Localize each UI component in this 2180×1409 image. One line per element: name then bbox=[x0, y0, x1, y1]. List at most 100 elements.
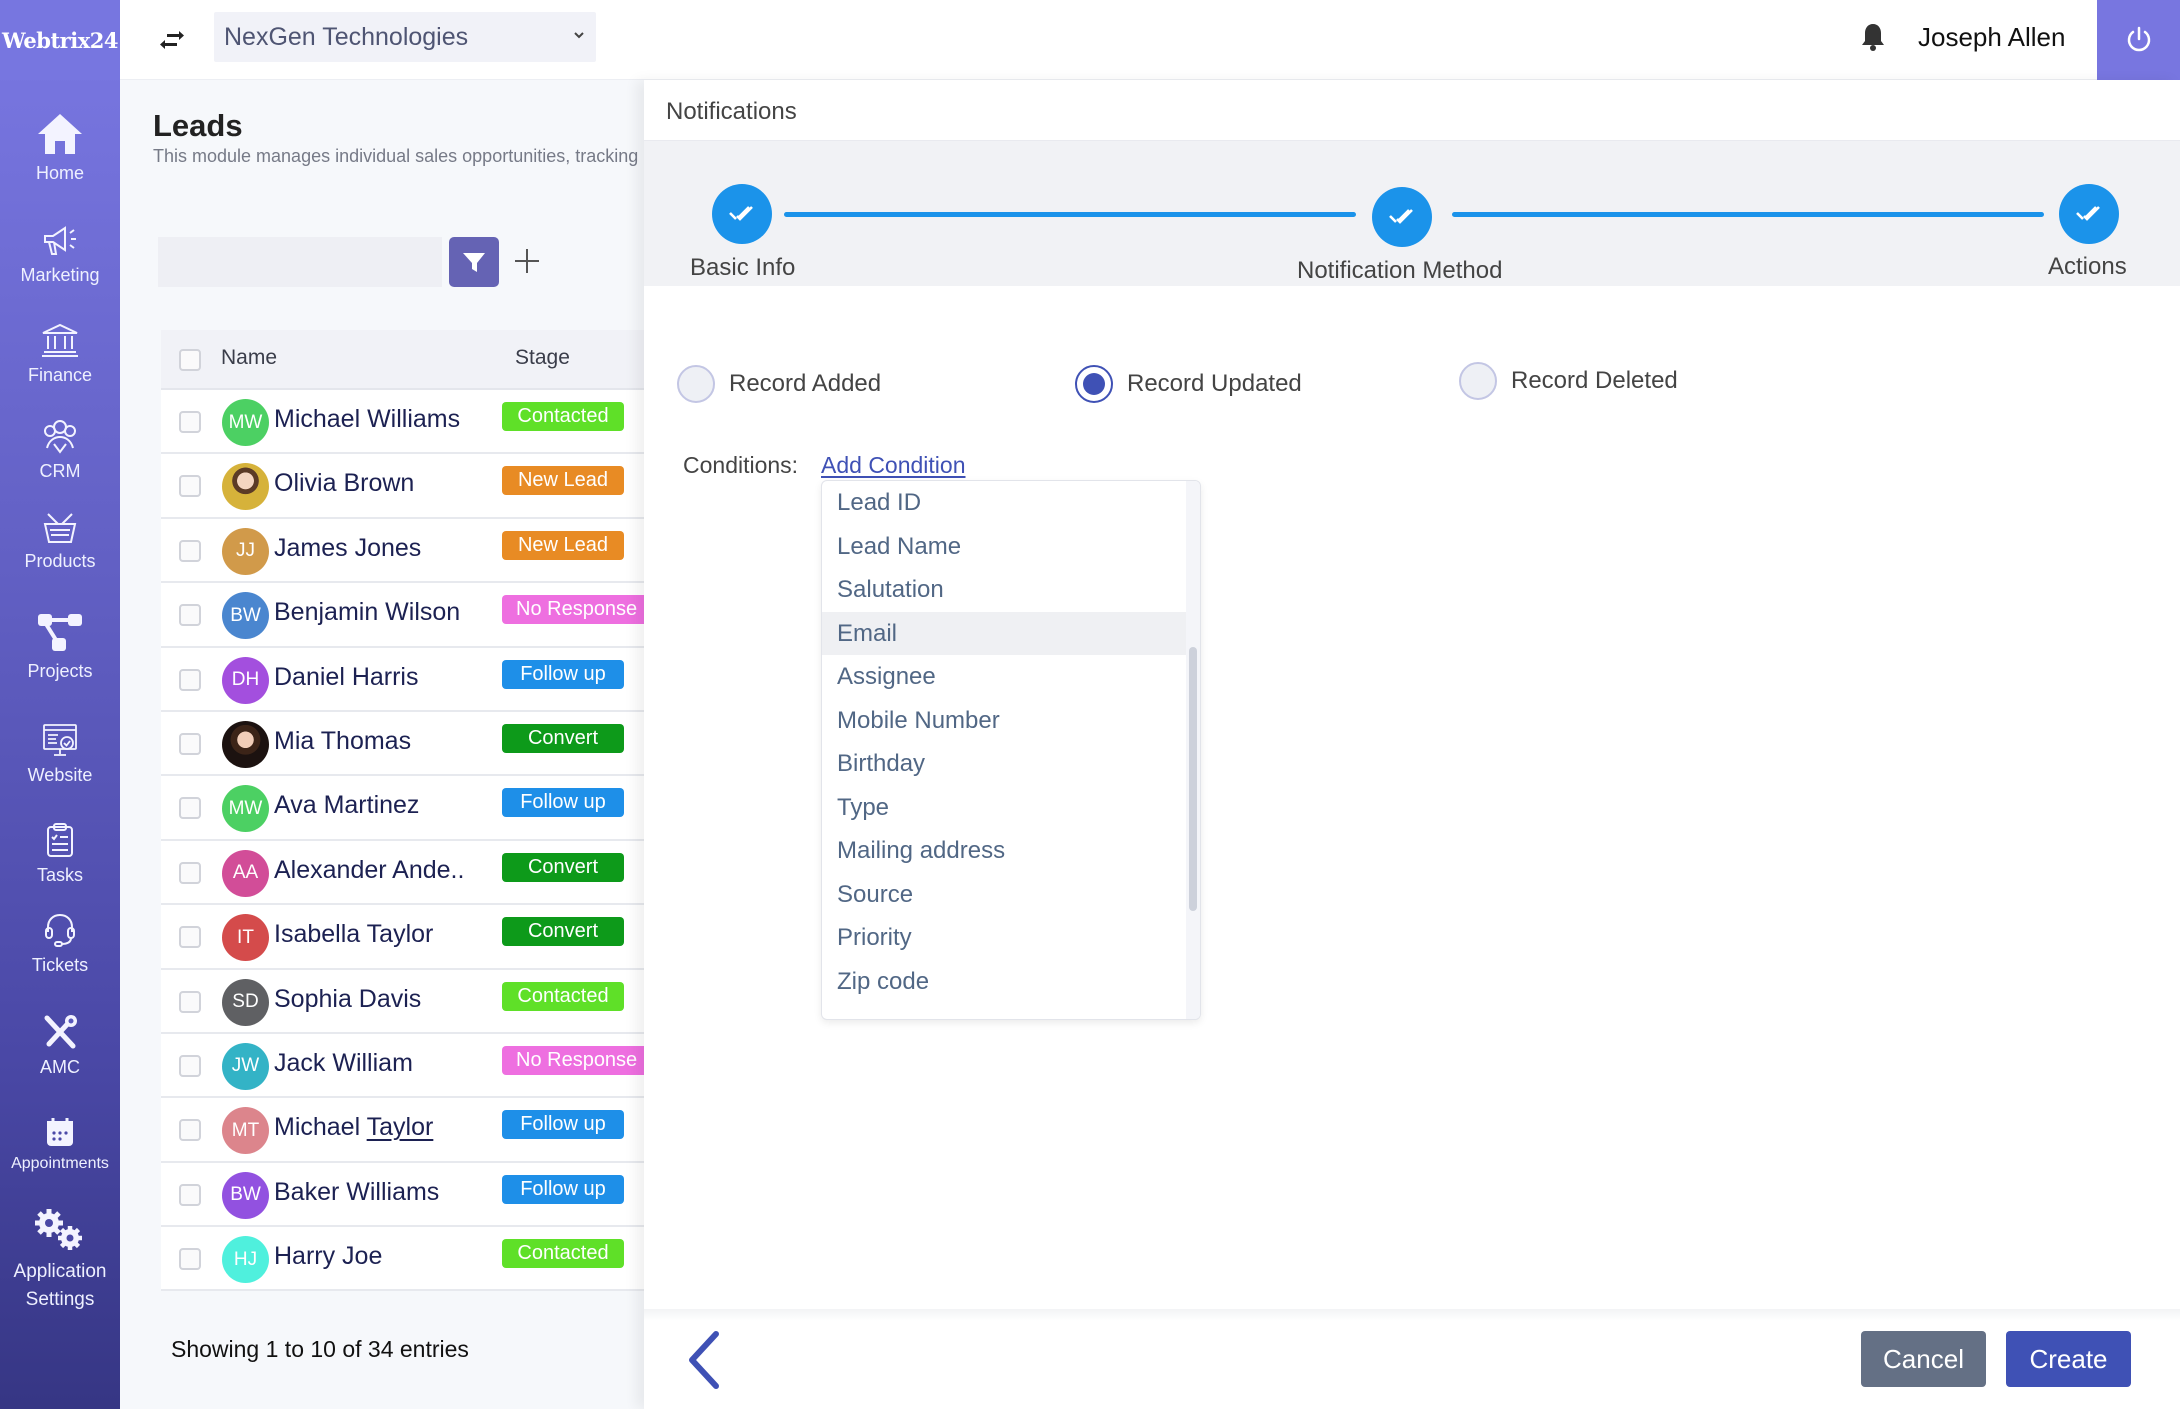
back-button[interactable] bbox=[674, 1320, 734, 1400]
row-checkbox[interactable] bbox=[179, 732, 201, 755]
table-row[interactable]: MW Ava Martinez Follow up bbox=[161, 776, 644, 841]
sidebar-item-products[interactable]: Products bbox=[0, 510, 120, 574]
sidebar-item-website[interactable]: Website bbox=[0, 722, 120, 788]
logout-button[interactable] bbox=[2097, 0, 2180, 80]
table-row[interactable]: MT Michael Taylor Follow up bbox=[161, 1098, 644, 1163]
lead-name[interactable]: Ava Martinez bbox=[274, 791, 419, 820]
logo[interactable]: Webtrix24 bbox=[0, 0, 120, 80]
sidebar-item-marketing[interactable]: Marketing bbox=[0, 224, 120, 288]
plus-icon bbox=[515, 249, 539, 273]
sidebar-item-finance[interactable]: Finance bbox=[0, 322, 120, 388]
avatar bbox=[222, 720, 269, 768]
row-checkbox[interactable] bbox=[179, 539, 201, 562]
lead-name[interactable]: Mia Thomas bbox=[274, 727, 411, 756]
dropdown-option[interactable]: Mailing address bbox=[822, 829, 1200, 873]
lead-name[interactable]: Michael Williams bbox=[274, 405, 460, 434]
lead-name[interactable]: Jack William bbox=[274, 1049, 413, 1078]
row-checkbox[interactable] bbox=[179, 797, 201, 820]
dropdown-option[interactable]: Lead Name bbox=[822, 525, 1200, 569]
select-all-checkbox[interactable] bbox=[179, 349, 201, 371]
lead-name[interactable]: Olivia Brown bbox=[274, 469, 414, 498]
table-row[interactable]: JW Jack William No Response bbox=[161, 1033, 652, 1099]
table-row[interactable]: Olivia Brown New Lead bbox=[161, 454, 644, 519]
row-checkbox[interactable] bbox=[179, 1054, 201, 1077]
scrollbar-thumb[interactable] bbox=[1189, 647, 1197, 911]
step-3-indicator[interactable] bbox=[2059, 184, 2119, 244]
dropdown-option[interactable]: Email bbox=[822, 611, 1200, 655]
table-row[interactable]: BW Benjamin Wilson No Response bbox=[161, 583, 652, 648]
radio-indicator[interactable] bbox=[1459, 362, 1497, 400]
table-row[interactable]: HJ Harry Joe Contacted bbox=[161, 1227, 644, 1292]
table-row[interactable]: BW Baker Williams Follow up bbox=[161, 1162, 644, 1228]
radio-indicator[interactable] bbox=[677, 365, 715, 403]
dropdown-option[interactable]: Source bbox=[822, 873, 1200, 917]
row-checkbox[interactable] bbox=[179, 1119, 201, 1142]
avatar: DH bbox=[222, 656, 269, 704]
lead-name[interactable]: Alexander Ande.. bbox=[274, 856, 464, 885]
bell-icon[interactable] bbox=[1860, 22, 1886, 52]
step-1-indicator[interactable] bbox=[712, 184, 772, 244]
dropdown-option[interactable]: Birthday bbox=[822, 742, 1200, 786]
sidebar-item-appointments[interactable]: Appointments bbox=[0, 1116, 120, 1175]
row-checkbox[interactable] bbox=[179, 1248, 201, 1271]
table-row[interactable]: DH Daniel Harris Follow up bbox=[161, 647, 644, 712]
table-row[interactable]: MW Michael Williams Contacted bbox=[161, 390, 644, 455]
dropdown-option[interactable]: Mobile Number bbox=[822, 699, 1200, 743]
lead-name[interactable]: Isabella Taylor bbox=[274, 920, 433, 949]
create-button[interactable]: Create bbox=[2006, 1331, 2131, 1387]
cancel-button[interactable]: Cancel bbox=[1861, 1331, 1986, 1387]
search-input[interactable] bbox=[158, 237, 442, 287]
dropdown-option[interactable]: Type bbox=[822, 786, 1200, 830]
table-row[interactable]: AA Alexander Ande.. Convert bbox=[161, 840, 644, 906]
dropdown-option[interactable]: Salutation bbox=[822, 568, 1200, 612]
row-checkbox[interactable] bbox=[179, 861, 201, 884]
radio-indicator[interactable] bbox=[1075, 365, 1113, 403]
add-lead-button[interactable] bbox=[510, 244, 544, 278]
lead-name[interactable]: Daniel Harris bbox=[274, 663, 418, 692]
step-2-indicator[interactable] bbox=[1372, 187, 1432, 247]
table-row[interactable]: IT Isabella Taylor Convert bbox=[161, 905, 644, 970]
sidebar-item-application-settings[interactable]: Application Settings bbox=[0, 1208, 120, 1313]
lead-name[interactable]: Sophia Davis bbox=[274, 985, 421, 1014]
row-checkbox[interactable] bbox=[179, 926, 201, 949]
row-checkbox[interactable] bbox=[179, 475, 201, 498]
sidebar-item-amc[interactable]: AMC bbox=[0, 1014, 120, 1080]
lead-last-name-link[interactable]: Taylor bbox=[367, 1113, 434, 1141]
lead-name[interactable]: James Jones bbox=[274, 534, 421, 563]
lead-name[interactable]: Harry Joe bbox=[274, 1242, 382, 1271]
user-name[interactable]: Joseph Allen bbox=[1918, 22, 2065, 53]
row-checkbox[interactable] bbox=[179, 604, 201, 627]
stepper: Basic Info Notification Method Actions bbox=[644, 141, 2180, 286]
row-checkbox[interactable] bbox=[179, 990, 201, 1013]
sidebar-item-home[interactable]: Home bbox=[0, 112, 120, 186]
radio-record-deleted[interactable]: Record Deleted bbox=[1459, 362, 1678, 400]
dropdown-option[interactable]: Zip code bbox=[822, 960, 1200, 1004]
row-checkbox[interactable] bbox=[179, 668, 201, 691]
dropdown-option[interactable]: Assignee bbox=[822, 655, 1200, 699]
switch-company-icon[interactable] bbox=[154, 22, 190, 58]
dropdown-option[interactable]: Lead ID bbox=[822, 481, 1200, 525]
dropdown-option[interactable]: Priority bbox=[822, 916, 1200, 960]
add-condition-link[interactable]: Add Condition bbox=[821, 452, 966, 479]
radio-record-added[interactable]: Record Added bbox=[677, 365, 881, 403]
stage-badge: Follow up bbox=[502, 788, 624, 818]
sidebar-item-tickets[interactable]: Tickets bbox=[0, 912, 120, 978]
row-checkbox[interactable] bbox=[179, 1183, 201, 1206]
company-select[interactable]: NexGen Technologies bbox=[214, 12, 596, 62]
table-row[interactable]: Mia Thomas Convert bbox=[161, 711, 644, 777]
table-row[interactable]: SD Sophia Davis Contacted bbox=[161, 969, 644, 1034]
sidebar-item-label: Application bbox=[13, 1261, 107, 1282]
lead-name[interactable]: Michael Taylor bbox=[274, 1113, 433, 1142]
lead-name[interactable]: Benjamin Wilson bbox=[274, 598, 460, 627]
filter-button[interactable] bbox=[449, 237, 499, 287]
sidebar-item-projects[interactable]: Projects bbox=[0, 612, 120, 684]
sidebar-item-tasks[interactable]: Tasks bbox=[0, 822, 120, 888]
table-row[interactable]: JJ James Jones New Lead bbox=[161, 518, 644, 584]
lead-name[interactable]: Baker Williams bbox=[274, 1178, 439, 1207]
row-checkbox[interactable] bbox=[179, 411, 201, 433]
radio-record-updated[interactable]: Record Updated bbox=[1075, 365, 1302, 403]
column-header-name[interactable]: Name bbox=[221, 346, 277, 370]
avatar: BW bbox=[222, 1171, 269, 1219]
column-header-stage[interactable]: Stage bbox=[515, 346, 570, 370]
sidebar-item-crm[interactable]: CRM bbox=[0, 418, 120, 484]
